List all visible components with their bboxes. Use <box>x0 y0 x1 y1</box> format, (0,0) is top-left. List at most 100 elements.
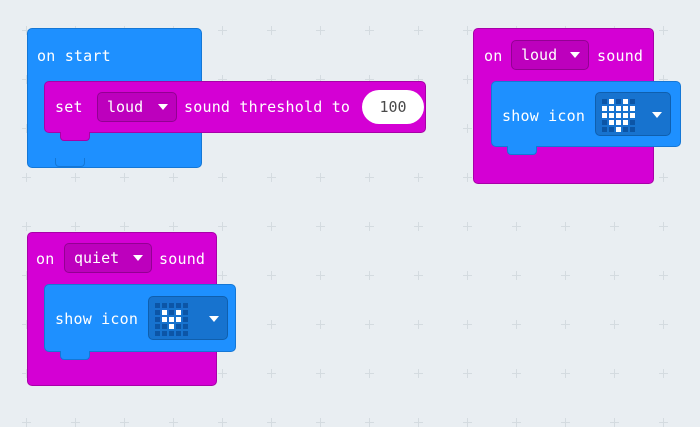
set-sound-threshold-block[interactable]: set loud sound threshold to 100 <box>44 81 426 133</box>
grid-mark <box>561 271 570 280</box>
grid-mark <box>414 26 423 35</box>
grid-mark <box>610 320 619 329</box>
led-pixel <box>602 120 607 125</box>
grid-mark <box>463 26 472 35</box>
grid-mark <box>267 26 276 35</box>
grid-mark <box>169 418 178 427</box>
chevron-down-icon <box>652 112 662 118</box>
icon-picker-quiet[interactable] <box>148 296 228 340</box>
led-pixel <box>609 106 614 111</box>
grid-mark <box>218 222 227 231</box>
grid-mark <box>316 320 325 329</box>
led-pixel <box>623 120 628 125</box>
grid-mark <box>561 222 570 231</box>
on-start-notch <box>55 158 85 167</box>
grid-mark <box>218 418 227 427</box>
grid-mark <box>365 26 374 35</box>
grid-mark <box>218 26 227 35</box>
led-pixel <box>162 317 167 322</box>
grid-mark <box>365 271 374 280</box>
quiet-sound-value: quiet <box>74 249 120 267</box>
grid-mark <box>169 222 178 231</box>
grid-mark <box>610 369 619 378</box>
led-pixel <box>616 120 621 125</box>
grid-mark <box>365 320 374 329</box>
threshold-value-input[interactable]: 100 <box>362 90 424 124</box>
grid-mark <box>463 124 472 133</box>
grid-mark <box>512 222 521 231</box>
grid-mark <box>316 418 325 427</box>
led-pixel <box>183 310 188 315</box>
led-pixel <box>623 127 628 132</box>
grid-mark <box>316 369 325 378</box>
led-pixel <box>609 99 614 104</box>
on-label: on <box>484 47 503 65</box>
grid-mark <box>659 418 668 427</box>
grid-mark <box>414 271 423 280</box>
led-pixel <box>616 99 621 104</box>
grid-mark <box>22 222 31 231</box>
grid-mark <box>218 369 227 378</box>
grid-mark <box>659 320 668 329</box>
grid-mark <box>610 222 619 231</box>
grid-mark <box>218 173 227 182</box>
grid-mark <box>463 222 472 231</box>
grid-mark <box>316 222 325 231</box>
grid-mark <box>414 369 423 378</box>
grid-mark <box>561 320 570 329</box>
grid-mark <box>22 418 31 427</box>
led-pixel <box>155 331 160 336</box>
grid-mark <box>120 222 129 231</box>
grid-mark <box>365 418 374 427</box>
led-pixel <box>162 310 167 315</box>
threshold-level-dropdown[interactable]: loud <box>97 92 177 122</box>
grid-mark <box>463 75 472 84</box>
show-icon-loud-notch <box>507 146 537 155</box>
chevron-down-icon <box>158 104 168 110</box>
led-pixel <box>183 317 188 322</box>
grid-mark <box>71 173 80 182</box>
grid-mark <box>463 173 472 182</box>
grid-mark <box>267 320 276 329</box>
led-pixel <box>169 310 174 315</box>
grid-mark <box>71 222 80 231</box>
on-label: on <box>36 250 55 268</box>
led-pixel <box>169 317 174 322</box>
grid-mark <box>659 369 668 378</box>
grid-mark <box>659 222 668 231</box>
chevron-down-icon <box>133 255 143 261</box>
led-pixel <box>630 113 635 118</box>
grid-mark <box>463 369 472 378</box>
blocks-workspace[interactable]: on start set loud sound threshold to 100… <box>0 0 700 427</box>
set-label: set <box>55 98 83 116</box>
led-pixel <box>169 303 174 308</box>
grid-mark <box>659 271 668 280</box>
led-pixel <box>155 310 160 315</box>
loud-sound-dropdown[interactable]: loud <box>511 40 589 70</box>
grid-mark <box>463 271 472 280</box>
grid-mark <box>365 369 374 378</box>
led-pixel <box>602 113 607 118</box>
led-pixel <box>616 106 621 111</box>
grid-mark <box>365 173 374 182</box>
show-icon-block-quiet[interactable]: show icon <box>44 284 236 352</box>
quiet-sound-dropdown[interactable]: quiet <box>64 243 152 273</box>
grid-mark <box>561 418 570 427</box>
led-pixel <box>609 120 614 125</box>
show-icon-block-loud[interactable]: show icon <box>491 81 681 147</box>
led-pixel <box>176 324 181 329</box>
grid-mark <box>414 418 423 427</box>
led-pixel <box>616 127 621 132</box>
led-pixel <box>176 317 181 322</box>
led-pixel <box>609 127 614 132</box>
led-pixel <box>623 99 628 104</box>
grid-mark <box>267 271 276 280</box>
grid-mark <box>610 271 619 280</box>
icon-picker-loud[interactable] <box>595 92 671 136</box>
loud-sound-value: loud <box>521 46 558 64</box>
led-pixel <box>183 331 188 336</box>
threshold-level-value: loud <box>107 98 144 116</box>
led-pixel <box>602 99 607 104</box>
led-pixel <box>630 127 635 132</box>
led-pixel <box>155 303 160 308</box>
